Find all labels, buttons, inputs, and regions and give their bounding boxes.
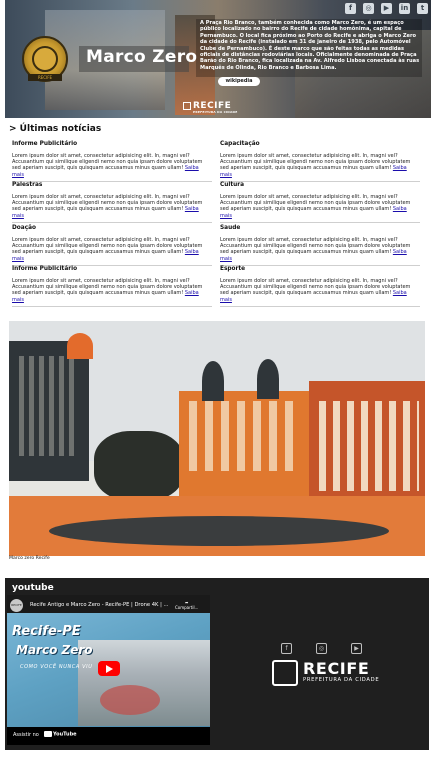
share-button[interactable]: ➦ Compartil... (175, 600, 198, 610)
play-icon (106, 665, 113, 673)
youtube-logo-icon (44, 731, 52, 737)
news-category: Informe Publicitário (12, 266, 78, 272)
news-summary: Lorem ipsum dolor sit amet, consectetur … (12, 278, 203, 303)
linkedin-icon[interactable]: in (399, 3, 410, 14)
thumbnail-text-line2: Marco Zero (16, 643, 93, 657)
news-category: Palestras (12, 182, 43, 188)
seal-band-label: RECIFE (28, 74, 62, 81)
photo-caption: Marco zero Recife (9, 556, 50, 561)
youtube-icon[interactable]: ▶ (381, 3, 392, 14)
news-card: Palestras Lorem ipsum dolor sit amet, co… (12, 182, 212, 223)
news-card: Doação Lorem ipsum dolor sit amet, conse… (12, 225, 212, 266)
facebook-icon[interactable]: f (281, 643, 292, 654)
news-category: Doação (12, 225, 37, 231)
photo-building-windows (19, 356, 79, 456)
recife-logo-mark-icon (272, 660, 298, 686)
photo-compass-rose (49, 516, 389, 546)
news-summary: Lorem ipsum dolor sit amet, consectetur … (12, 237, 203, 262)
news-card: Saude Lorem ipsum dolor sit amet, consec… (220, 225, 420, 266)
thumbnail-text-line3: COMO VOCÊ NUNCA VIU (20, 664, 93, 670)
youtube-section-title: youtube (12, 583, 54, 593)
footer-social-links: f ◎ ▶ (281, 643, 362, 654)
share-label: Compartil... (175, 605, 199, 610)
recife-logo-mark-icon (183, 102, 191, 110)
hero-description: A Praça Rio Branco, também conhecida com… (200, 20, 420, 71)
recife-logo: RECIFE PREFEITURA DA CIDADE (183, 101, 238, 114)
news-summary: Lorem ipsum dolor sit amet, consectetur … (220, 153, 411, 178)
recife-seal-icon: RECIFE (22, 36, 68, 82)
instagram-icon[interactable]: ◎ (316, 643, 327, 654)
facebook-icon[interactable]: f (345, 3, 356, 14)
news-summary: Lorem ipsum dolor sit amet, consectetur … (220, 194, 411, 219)
hero-social-links: f ◎ ▶ in t (345, 3, 428, 14)
thumbnail-plaza (100, 685, 160, 715)
footer-logo-tag: PREFEITURA DA CIDADE (303, 677, 380, 683)
watch-on-label: Assistir no (13, 732, 39, 738)
news-card: Capacitação Lorem ipsum dolor sit amet, … (220, 141, 420, 182)
page-title: Marco Zero (86, 47, 198, 67)
wikipedia-button[interactable]: wikipedia (218, 77, 260, 86)
recife-logo-tag: PREFEITURA DA CIDADE (193, 110, 238, 114)
footer-logo-name: RECIFE (303, 659, 370, 678)
photo-tree (94, 431, 184, 501)
video-title-link[interactable]: Recife Antigo e Marco Zero - Recife-PE |… (30, 602, 170, 608)
thumbnail-text-line1: Recife-PE (12, 624, 81, 639)
twitter-icon[interactable]: t (417, 3, 428, 14)
seal-center (32, 46, 58, 72)
news-category: Cultura (220, 182, 245, 188)
photo-dome (67, 333, 93, 359)
photo-dome (202, 361, 224, 401)
divider (12, 305, 212, 307)
divider (220, 305, 420, 307)
news-category: Esporte (220, 266, 246, 272)
divider (12, 221, 212, 223)
news-card: Cultura Lorem ipsum dolor sit amet, cons… (220, 182, 420, 223)
news-summary: Lorem ipsum dolor sit amet, consectetur … (220, 237, 411, 262)
marco-zero-photo (9, 321, 425, 556)
news-card: Informe Publicitário Lorem ipsum dolor s… (12, 141, 212, 182)
news-card: Esporte Lorem ipsum dolor sit amet, cons… (220, 266, 420, 307)
news-summary: Lorem ipsum dolor sit amet, consectetur … (12, 194, 203, 219)
youtube-icon[interactable]: ▶ (351, 643, 362, 654)
photo-building-windows (319, 401, 419, 491)
photo-dome (257, 359, 279, 399)
instagram-icon[interactable]: ◎ (363, 3, 374, 14)
news-summary: Lorem ipsum dolor sit amet, consectetur … (12, 153, 203, 178)
news-heading: > Últimas notícias (9, 124, 102, 134)
news-category: Capacitação (220, 141, 260, 147)
news-category: Informe Publicitário (12, 141, 78, 147)
photo-building-windows (189, 401, 299, 471)
youtube-logo[interactable]: YouTube (44, 731, 77, 738)
news-category: Saude (220, 225, 241, 231)
news-summary: Lorem ipsum dolor sit amet, consectetur … (220, 278, 411, 303)
channel-avatar[interactable]: RECIFE (10, 599, 23, 612)
divider (220, 221, 420, 223)
news-card: Informe Publicitário Lorem ipsum dolor s… (12, 266, 212, 307)
